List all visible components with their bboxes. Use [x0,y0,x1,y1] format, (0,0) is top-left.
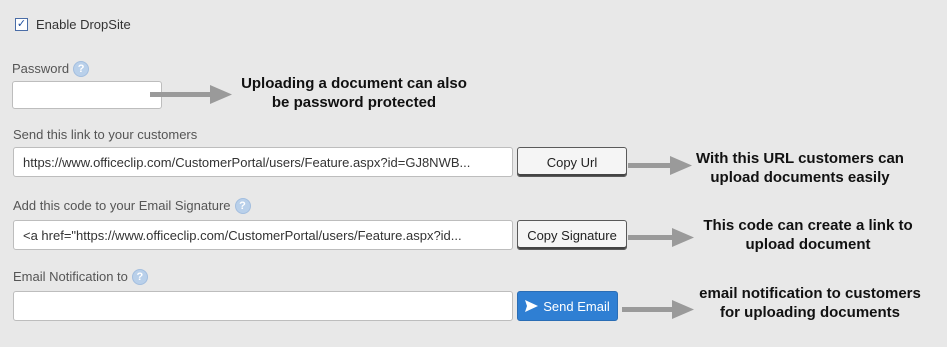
annotation-line: be password protected [271,94,437,111]
email-notification-label: Email Notification to [13,269,128,284]
help-icon[interactable]: ? [131,269,148,285]
copy-signature-button[interactable]: Copy Signature [517,220,627,250]
annotation-line: upload documents easily [710,169,890,186]
send-icon [525,300,539,312]
annotation-line: email notification to customers [699,285,921,302]
signature-annotation: This code can create a link to upload do… [688,216,928,254]
email-notification-field[interactable] [13,291,513,321]
help-icon[interactable]: ? [234,198,251,214]
send-email-button[interactable]: Send Email [517,291,618,321]
annotation-line: upload document [745,236,871,253]
copy-url-button[interactable]: Copy Url [517,147,627,177]
enable-dropsite-label: Enable DropSite [36,17,131,32]
annotation-line: Uploading a document can also [241,75,467,92]
password-label: Password [12,61,70,76]
annotation-line: With this URL customers can [696,150,904,167]
arrow-right-icon [628,228,694,247]
password-field[interactable] [12,81,162,109]
email-label-row: Email Notification to? [13,269,148,285]
email-signature-field[interactable]: <a href="https://www.officeclip.com/Cust… [13,220,513,250]
password-annotation: Uploading a document can also be passwor… [224,74,484,112]
email-annotation: email notification to customers for uplo… [685,284,935,322]
enable-dropsite-row[interactable]: ✓ Enable DropSite [15,17,131,32]
link-annotation: With this URL customers can upload docum… [680,149,920,187]
signature-label-row: Add this code to your Email Signature? [13,198,251,214]
arrow-right-icon [150,85,232,104]
annotation-line: This code can create a link to [703,217,913,234]
annotation-line: for uploading documents [720,304,900,321]
password-label-row: Password? [12,61,90,77]
help-icon[interactable]: ? [73,61,90,77]
customer-link-field[interactable]: https://www.officeclip.com/CustomerPorta… [13,147,513,177]
signature-label: Add this code to your Email Signature [13,198,231,213]
arrow-right-icon [622,300,694,319]
send-email-label: Send Email [543,298,610,314]
link-label: Send this link to your customers [13,127,198,142]
enable-dropsite-checkbox[interactable]: ✓ [15,18,28,31]
